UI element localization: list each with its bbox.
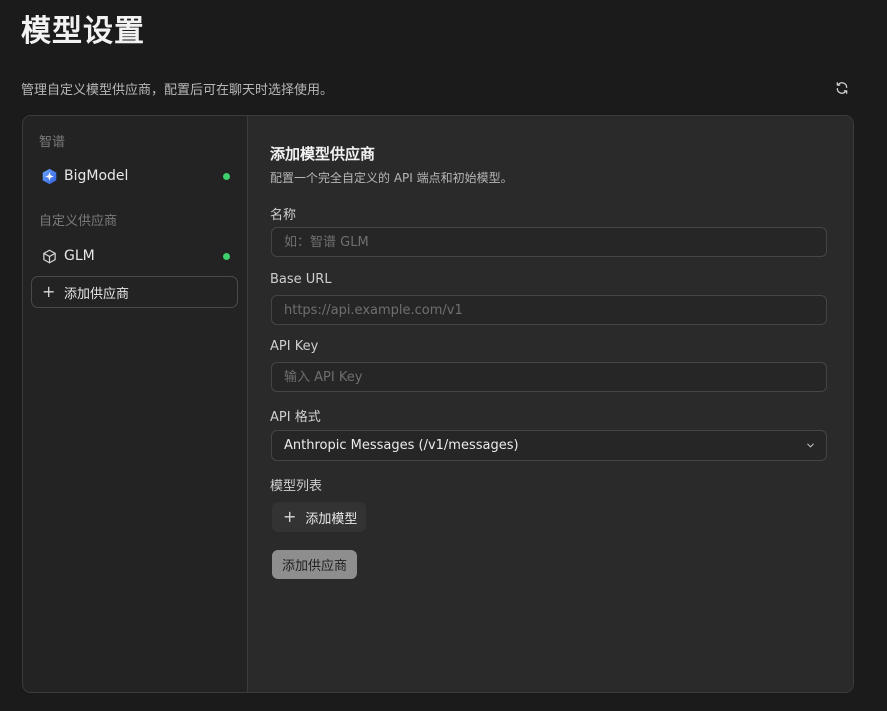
sidebar-item-glm[interactable]: GLM: [31, 241, 238, 271]
form-title: 添加模型供应商: [270, 145, 376, 163]
settings-panel: 智谱 BigModel 自定义供应商 GLM + 添加供应商 添加模型供应商 配…: [22, 115, 854, 693]
api-format-selected-value: Anthropic Messages (/v1/messages): [284, 438, 519, 453]
chevron-down-icon: [807, 443, 814, 448]
provider-sidebar: 智谱 BigModel 自定义供应商 GLM + 添加供应商: [23, 116, 248, 692]
status-online-dot: [223, 253, 230, 260]
add-model-button[interactable]: + 添加模型: [272, 502, 366, 532]
refresh-icon: [836, 82, 848, 94]
refresh-button[interactable]: [830, 77, 854, 99]
plus-icon: +: [283, 507, 297, 526]
model-list-label: 模型列表: [270, 479, 323, 494]
page-title: 模型设置: [21, 14, 145, 49]
bigmodel-logo-icon: [40, 167, 58, 185]
base-url-label: Base URL: [270, 272, 332, 287]
sidebar-item-label: BigModel: [64, 168, 129, 184]
add-provider-label: 添加供应商: [64, 286, 130, 302]
add-model-label: 添加模型: [305, 511, 358, 527]
model-settings-page: 模型设置 管理自定义模型供应商，配置后可在聊天时选择使用。 智谱 BigMode…: [0, 0, 887, 711]
page-subtitle: 管理自定义模型供应商，配置后可在聊天时选择使用。: [21, 83, 334, 98]
name-input[interactable]: [271, 227, 827, 257]
sidebar-item-bigmodel[interactable]: BigModel: [31, 161, 238, 191]
cube-icon: [40, 247, 58, 265]
name-label: 名称: [270, 208, 297, 223]
api-key-label: API Key: [270, 339, 319, 354]
api-key-input[interactable]: [271, 362, 827, 392]
api-format-label: API 格式: [270, 410, 321, 425]
plus-icon: +: [42, 282, 56, 301]
group-label-custom-providers: 自定义供应商: [39, 214, 118, 229]
base-url-input[interactable]: [271, 295, 827, 325]
form-description: 配置一个完全自定义的 API 端点和初始模型。: [270, 171, 513, 185]
submit-add-provider-button[interactable]: 添加供应商: [272, 550, 357, 579]
api-format-select[interactable]: Anthropic Messages (/v1/messages): [271, 430, 827, 461]
sidebar-item-label: GLM: [64, 248, 95, 264]
add-provider-form: 添加模型供应商 配置一个完全自定义的 API 端点和初始模型。 名称 Base …: [248, 116, 853, 692]
status-online-dot: [223, 173, 230, 180]
sidebar-add-provider-button[interactable]: + 添加供应商: [31, 276, 238, 308]
group-label-zhipu: 智谱: [39, 135, 66, 150]
